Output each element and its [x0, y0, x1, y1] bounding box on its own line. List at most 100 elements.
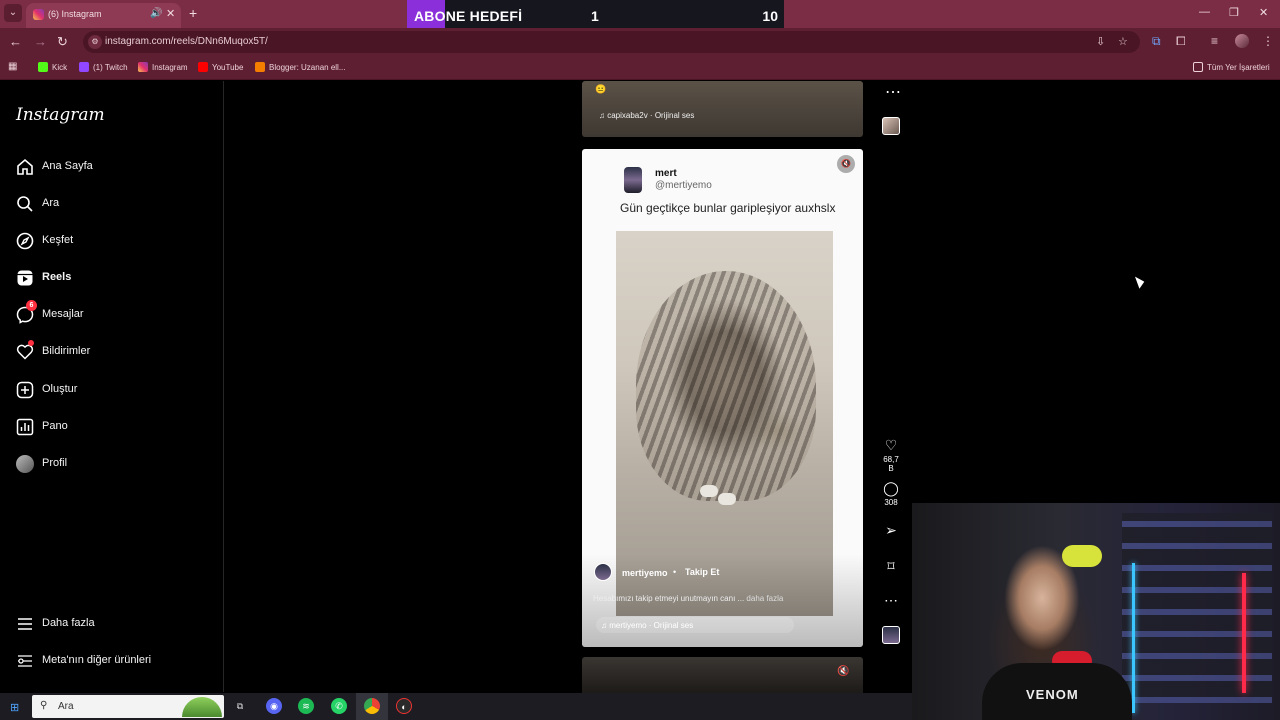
share-button[interactable]: ➢: [882, 522, 900, 538]
translate-icon[interactable]: ⧉: [1152, 34, 1161, 49]
media-control-icon[interactable]: ≡: [1211, 34, 1218, 48]
windows-start-icon[interactable]: ⊞: [10, 701, 19, 714]
emoji-icon: 😐: [595, 84, 607, 94]
mute-icon[interactable]: 🔇: [837, 666, 849, 677]
back-icon[interactable]: ←: [9, 34, 22, 49]
folder-icon: [1193, 62, 1203, 72]
nav-label: Mesajlar: [42, 308, 84, 320]
next-reel[interactable]: 🔇: [582, 657, 863, 697]
forward-icon[interactable]: →: [34, 34, 47, 49]
bookmark-instagram[interactable]: Instagram: [138, 62, 188, 72]
nav-label: Oluştur: [42, 383, 78, 395]
reel-audio[interactable]: ♫ mertiyemo · Orijinal ses: [601, 621, 693, 630]
compass-icon: [16, 232, 34, 250]
goal-label: ABONE HEDEFİ: [414, 8, 523, 24]
whatsapp-icon[interactable]: ✆: [331, 698, 347, 714]
prev-more-options-icon[interactable]: ⋯: [885, 82, 901, 102]
menu-dots-icon[interactable]: ⋮: [1262, 34, 1274, 48]
save-button[interactable]: ⌑: [882, 558, 900, 574]
bookmark-blogger[interactable]: Blogger: Uzanan ell...: [255, 62, 346, 72]
discord-icon[interactable]: ◉: [266, 698, 282, 714]
chrome-icon[interactable]: [364, 698, 380, 714]
new-tab-button[interactable]: +: [189, 5, 197, 21]
windows-taskbar: ⊞ ⚲ Ara ⧉ ◉ ≋ ✆ ◐: [0, 693, 912, 720]
like-button[interactable]: ♡ 68,7 B: [880, 437, 902, 473]
address-bar[interactable]: ⚙ instagram.com/reels/DNn6Muqox5T/ ⇩ ☆: [83, 31, 1140, 53]
shirt-print: VENOM: [1026, 687, 1079, 702]
instagram-favicon-icon: [33, 9, 44, 20]
all-bookmarks[interactable]: Tüm Yer İşaretleri: [1193, 62, 1270, 72]
task-view-icon[interactable]: ⧉: [232, 698, 248, 714]
nav-item-explore[interactable]: Keşfet: [16, 230, 206, 254]
bookmark-star-icon[interactable]: ☆: [1118, 35, 1128, 48]
prev-reel-audio[interactable]: ♫ capixaba2v · Orijinal ses: [599, 111, 694, 120]
tweet-author-avatar: [624, 167, 642, 193]
nav-item-create[interactable]: Oluştur: [16, 379, 206, 403]
speaker-icon[interactable]: 🔊: [150, 8, 162, 19]
bookmark-label: Blogger: Uzanan ell...: [269, 63, 346, 72]
bookmark-label: (1) Twitch: [93, 63, 128, 72]
reload-icon[interactable]: ↻: [57, 34, 68, 50]
extensions-icon[interactable]: ⧠: [1176, 34, 1186, 49]
minimize-icon[interactable]: —: [1199, 6, 1210, 18]
follow-button[interactable]: Takip Et: [685, 567, 719, 577]
nav-label: Keşfet: [42, 234, 74, 246]
reel-username[interactable]: mertiyemo: [622, 568, 668, 578]
tweet-author-handle: @mertiyemo: [655, 180, 712, 191]
nav-item-notifications[interactable]: Bildirimler: [16, 340, 206, 365]
nav-item-home[interactable]: Ana Sayfa: [16, 156, 206, 180]
nav-label: Ara: [42, 197, 60, 209]
url-text[interactable]: instagram.com/reels/DNn6Muqox5T/: [105, 36, 268, 47]
webcam-shelf: [1122, 513, 1272, 703]
bookmark-youtube[interactable]: YouTube: [198, 62, 243, 72]
bookmark-kick[interactable]: Kick: [38, 62, 67, 72]
previous-reel[interactable]: 😐 ♫ capixaba2v · Orijinal ses: [582, 81, 863, 137]
bookmark-twitch[interactable]: (1) Twitch: [79, 62, 128, 72]
restore-icon[interactable]: ❐: [1229, 6, 1239, 19]
mute-icon[interactable]: 🔇: [837, 155, 855, 173]
cat-paw: [700, 485, 718, 497]
nav-label: Profil: [42, 457, 68, 469]
close-window-icon[interactable]: ✕: [1259, 6, 1268, 19]
close-tab-icon[interactable]: ✕: [166, 7, 175, 20]
subscriber-goal-overlay: ABONE HEDEFİ 1 10: [407, 0, 784, 31]
nav-label: Bildirimler: [42, 345, 91, 357]
search-highlight-icon: [182, 697, 222, 717]
reel-video[interactable]: 🔇 mert @mertiyemo Gün geçtikçe bunlar ga…: [582, 149, 863, 647]
browser-tab[interactable]: (6) Instagram 🔊 ✕: [26, 3, 181, 28]
more-options-button[interactable]: ⋯: [882, 592, 900, 608]
like-count: 68,7 B: [883, 455, 899, 473]
apps-grid-icon[interactable]: ▦: [8, 61, 17, 72]
caption-more-link[interactable]: daha fazla: [746, 594, 783, 603]
instagram-icon: [138, 62, 148, 72]
instagram-logo[interactable]: Instagram: [16, 105, 105, 125]
send-icon: ➢: [885, 522, 897, 538]
more-menu[interactable]: Daha fazla: [16, 613, 206, 637]
more-label: Daha fazla: [42, 617, 95, 629]
taskbar-search[interactable]: ⚲ Ara: [32, 695, 224, 718]
tweet-author-name: mert: [655, 168, 677, 179]
separator: •: [673, 567, 677, 577]
blogger-icon: [255, 62, 265, 72]
tab-search-button[interactable]: ⌄: [4, 4, 22, 22]
nav-item-search[interactable]: Ara: [16, 193, 206, 217]
reel-author-avatar[interactable]: [594, 563, 612, 581]
obs-icon[interactable]: ◐: [396, 698, 412, 714]
nav-item-reels[interactable]: Reels: [16, 267, 206, 291]
hamburger-icon: [18, 618, 32, 630]
reel-caption[interactable]: Hesabımızı takip etmeyi unutmayın canı .…: [593, 594, 783, 603]
spotify-icon[interactable]: ≋: [298, 698, 314, 714]
nav-item-dashboard[interactable]: Pano: [16, 416, 206, 440]
install-app-icon[interactable]: ⇩: [1096, 35, 1105, 48]
browser-toolbar: ← → ↻ ⚙ instagram.com/reels/DNn6Muqox5T/…: [0, 28, 1280, 56]
profile-avatar[interactable]: [1235, 34, 1249, 48]
prev-audio-thumbnail[interactable]: [882, 117, 900, 135]
meta-products[interactable]: Meta'nın diğer ürünleri: [16, 650, 206, 674]
meta-label: Meta'nın diğer ürünleri: [42, 654, 152, 666]
caption-text: Hesabımızı takip etmeyi unutmayın canı .…: [593, 594, 745, 603]
site-info-icon[interactable]: ⚙: [88, 35, 102, 49]
nav-item-messages[interactable]: 6 Mesajlar: [16, 300, 206, 328]
audio-thumbnail[interactable]: [882, 626, 900, 644]
comment-button[interactable]: ◯ 308: [880, 480, 902, 507]
nav-item-profile[interactable]: Profil: [16, 453, 206, 477]
